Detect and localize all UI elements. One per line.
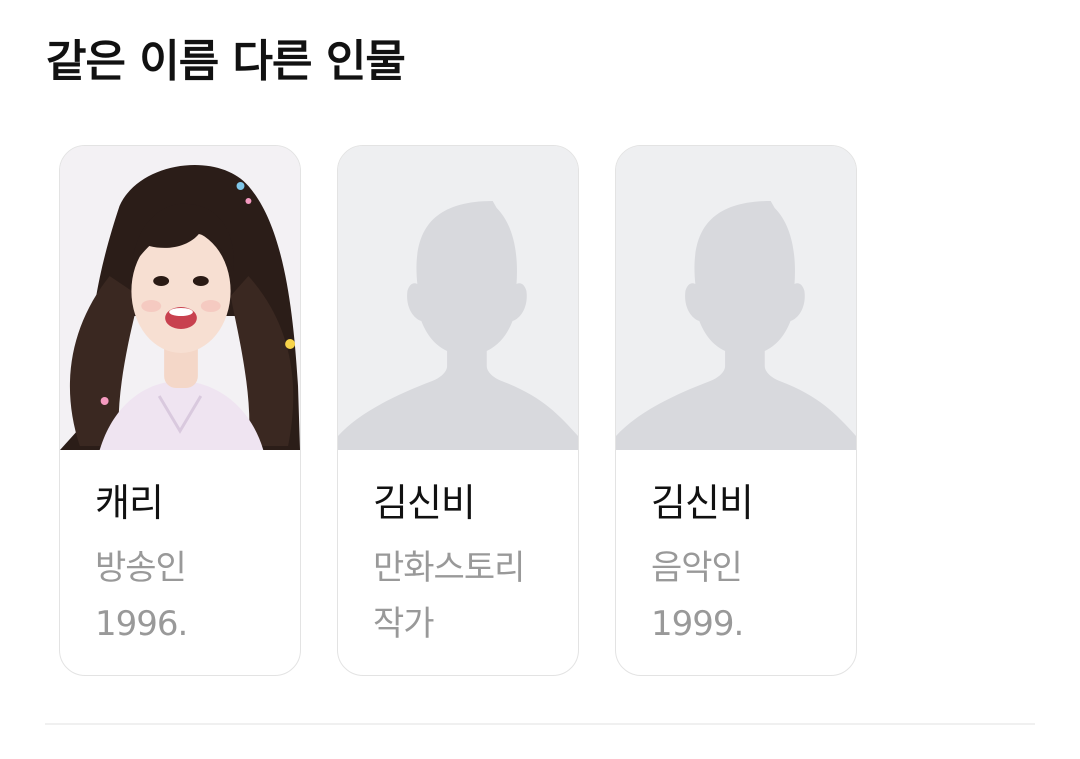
person-name: 김신비 xyxy=(373,481,476,525)
person-card-1[interactable]: 캐리 방송인 1996. xyxy=(59,145,301,676)
person-card-3[interactable]: 김신비 음악인 1999. xyxy=(615,145,857,676)
person-name: 김신비 xyxy=(651,481,754,525)
same-name-section: 같은 이름 다른 인물 캐리 방송인 1996. 김신비 만화스토리 작가 김신… xyxy=(0,0,1080,759)
person-photo xyxy=(60,146,300,450)
person-meta: 방송인 1996. xyxy=(95,540,285,652)
default-avatar-icon xyxy=(338,146,578,450)
person-card-2[interactable]: 김신비 만화스토리 작가 xyxy=(337,145,579,676)
section-title: 같은 이름 다른 인물 xyxy=(46,36,406,87)
person-occupation: 방송인 xyxy=(95,548,187,588)
person-birth: 1999. xyxy=(651,604,744,644)
person-occupation: 만화스토리 xyxy=(373,548,525,588)
person-name: 캐리 xyxy=(95,481,164,525)
person-occupation: 음악인 xyxy=(651,548,743,588)
person-meta: 음악인 1999. xyxy=(651,540,841,652)
section-divider xyxy=(45,723,1035,725)
person-birth: 1996. xyxy=(95,604,188,644)
person-meta: 만화스토리 작가 xyxy=(373,540,563,652)
person-occupation-line2: 작가 xyxy=(373,604,435,644)
default-avatar-icon xyxy=(616,146,856,450)
